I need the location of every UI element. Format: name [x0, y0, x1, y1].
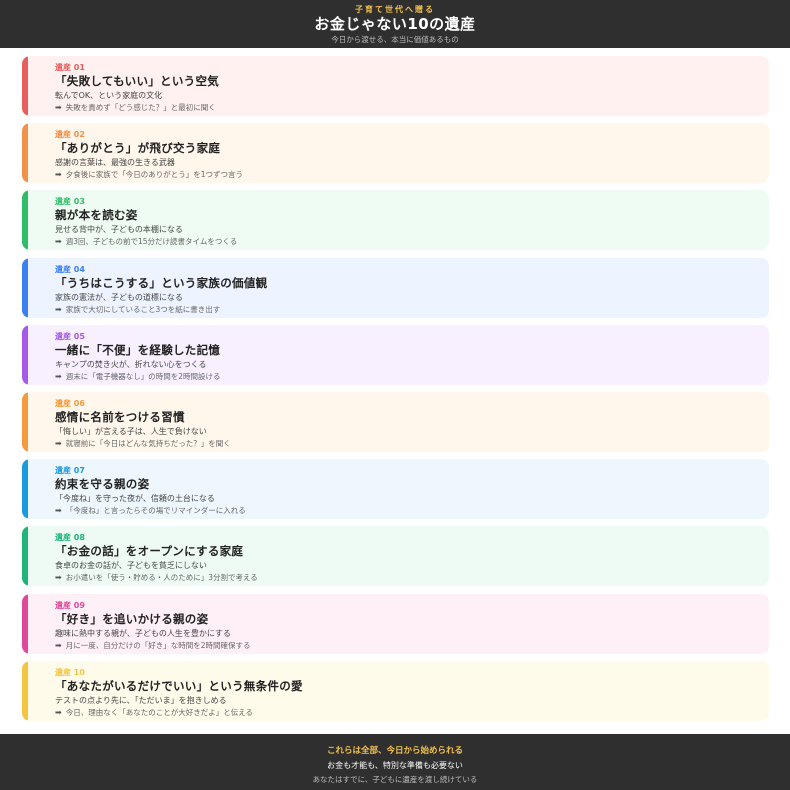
page: 子育て世代へ贈る お金じゃない10の遺産 今日から渡せる、本当に価値あるもの 遺…: [0, 0, 790, 790]
card-action: ➡ 家族で大切にしていること3つを紙に書き出す: [55, 304, 769, 316]
card-description: 「今度ね」を守った夜が、信頼の土台になる: [55, 494, 215, 504]
card-action-text: 月に一度、自分だけの「好き」な時間を2時間確保する: [65, 640, 251, 650]
card-accent-bar: [22, 459, 28, 520]
arrow-right-icon: ➡: [55, 506, 62, 516]
footer-headline: これらは全部、今日から始められる: [326, 746, 463, 756]
card-heading: 約束を守る親の姿: [55, 477, 150, 492]
card-action-text: 家族で大切にしていること3つを紙に書き出す: [65, 304, 221, 314]
card-description: キャンプの焚き火が、折れない心をつくる: [55, 359, 207, 369]
card-number-label: 遺産 04: [55, 264, 85, 274]
legacy-card: 遺産 10 「あなたがいるだけでいい」という無条件の愛テストの点より先に、「ただい…: [22, 660, 769, 721]
card-description: 転んでOK、という家庭の文化: [55, 91, 163, 100]
card-accent-bar: [22, 324, 28, 385]
card-action: ➡ お小遣いを「使う・貯める・人のために」3分割で考える: [55, 572, 769, 584]
card-number-label: 遺産 02: [55, 130, 85, 140]
card-action-text: 「今度ね」と言ったらその場でリマインダーに入れる: [65, 506, 246, 516]
card-number-label: 遺産 07: [55, 466, 85, 476]
card-heading: 「うちはこうする」という家族の価値観: [55, 275, 268, 290]
card-action: ➡ 就寝前に「今日はどんな気持ちだった？」を聞く: [55, 438, 769, 450]
legacy-card: 遺産 09 「好き」を追いかける親の姿趣味に熱中する親が、子どもの人生を豊かにする…: [22, 593, 769, 654]
card-action: ➡ 夕食後に家族で「今日のありがとう」を1つずつ言う: [55, 169, 769, 181]
card-heading: 「お金の話」をオープンにする家庭: [55, 544, 244, 559]
card-heading: 感情に名前をつける習慣: [55, 409, 185, 424]
card-description: 食卓のお金の話が、子どもを貧乏にしない: [55, 561, 207, 571]
card-heading: 「失敗してもいい」という空気: [55, 74, 220, 88]
card-heading: 「あなたがいるだけでいい」という無条件の愛: [55, 678, 303, 693]
card-action-text: 週末に「電子機器なし」の時間を2時間設ける: [65, 371, 221, 381]
header-subtitle: 今日から渡せる、本当に価値あるもの: [331, 35, 459, 44]
card-heading: 一緒に「不便」を経験した記憶: [55, 342, 221, 357]
arrow-right-icon: ➡: [55, 371, 62, 381]
card-action-text: 今日、理由なく「あなたのことが大好きだよ」と伝える: [65, 707, 253, 717]
card-accent-bar: [22, 593, 28, 654]
card-accent-bar: [22, 391, 28, 452]
legacy-card: 遺産 01 「失敗してもいい」という空気転んでOK、という家庭の文化 ➡ 失敗を責めず…: [22, 56, 769, 116]
card-action: ➡ 週3回、子どもの前で15分だけ読書タイムをつくる: [55, 236, 769, 248]
card-accent-bar: [22, 660, 28, 721]
arrow-right-icon: ➡: [55, 573, 62, 583]
footer-banner: これらは全部、今日から始められる お金も才能も、特別な準備も必要ない あなたはす…: [0, 734, 790, 790]
card-action-text: 失敗を責めず「どう感じた？」と最初に聞く: [65, 103, 216, 112]
card-action: ➡ 失敗を責めず「どう感じた？」と最初に聞く: [55, 102, 769, 114]
card-number-label: 遺産 05: [55, 331, 85, 341]
card-accent-bar: [22, 56, 28, 116]
legacy-card: 遺産 02 「ありがとう」が飛び交う家庭 感謝の言葉は、最強の生きる武器 ➡ 夕食後に家…: [22, 123, 769, 184]
legacy-card: 遺産 04 「うちはこうする」という家族の価値観家族の憲法が、子どもの道標になる ➡…: [22, 257, 769, 318]
card-action-text: 就寝前に「今日はどんな気持ちだった？」を聞く: [65, 438, 231, 448]
card-heading: 「ありがとう」が飛び交う家庭: [55, 141, 221, 156]
arrow-right-icon: ➡: [55, 103, 62, 112]
arrow-right-icon: ➡: [55, 170, 62, 180]
header-kicker: 子育て世代へ贈る: [355, 5, 435, 14]
arrow-right-icon: ➡: [55, 707, 62, 717]
card-accent-bar: [22, 123, 28, 184]
card-action-text: 週3回、子どもの前で15分だけ読書タイムをつくる: [65, 237, 238, 247]
card-heading: 「好き」を追いかける親の姿: [55, 611, 209, 626]
arrow-right-icon: ➡: [55, 640, 62, 650]
legacy-card: 遺産 07 約束を守る親の姿 「今度ね」を守った夜が、信頼の土台になる ➡ 「今度ね」と…: [22, 459, 769, 520]
card-description: 「悔しい」が言える子は、人生で負けない: [55, 426, 207, 436]
legacy-list: 遺産 01 「失敗してもいい」という空気 転んでOK、という家庭の文化 ➡ 失敗を責めず…: [22, 56, 769, 728]
card-number-label: 遺産 06: [55, 398, 85, 408]
arrow-right-icon: ➡: [55, 438, 62, 448]
card-number-label: 遺産 03: [55, 197, 85, 207]
legacy-card: 遺産 05 一緒に「不便」を経験した記憶キャンプの焚き火が、折れない心をつくる ➡ 週…: [22, 324, 769, 385]
card-number-label: 遺産 09: [55, 600, 85, 610]
card-action: ➡ 月に一度、自分だけの「好き」な時間を2時間確保する: [55, 640, 769, 652]
card-accent-bar: [22, 257, 28, 318]
card-accent-bar: [22, 190, 28, 251]
card-action: ➡ 今日、理由なく「あなたのことが大好きだよ」と伝える: [55, 707, 769, 719]
card-number-label: 遺産 08: [55, 533, 85, 543]
card-description: 見せる背中が、子どもの本棚になる: [55, 225, 183, 235]
footer-line-3: あなたはすでに、子どもに遺産を渡し続けている: [312, 775, 478, 784]
card-action-text: お小遣いを「使う・貯める・人のために」3分割で考える: [65, 573, 258, 583]
page-title: お金じゃない10の遺産: [314, 15, 476, 33]
card-number-label: 遺産 10: [55, 667, 85, 677]
legacy-card: 遺産 08 「お金の話」をオープンにする家庭食卓のお金の話が、子どもを貧乏にしない…: [22, 526, 769, 587]
card-action: ➡ 「今度ね」と言ったらその場でリマインダーに入れる: [55, 505, 769, 517]
arrow-right-icon: ➡: [55, 304, 62, 314]
card-action-text: 夕食後に家族で「今日のありがとう」を1つずつ言う: [65, 170, 243, 180]
arrow-right-icon: ➡: [55, 237, 62, 247]
card-action: ➡ 週末に「電子機器なし」の時間を2時間設ける: [55, 371, 769, 383]
card-heading: 親が本を読む姿: [55, 208, 138, 223]
card-description: 家族の憲法が、子どもの道標になる: [55, 292, 183, 302]
card-description: 趣味に熱中する親が、子どもの人生を豊かにする: [55, 628, 231, 638]
footer-line-2: お金も才能も、特別な準備も必要ない: [327, 761, 463, 770]
legacy-card: 遺産 03 親が本を読む姿 見せる背中が、子どもの本棚になる ➡ 週3回、子どもの前で1…: [22, 190, 769, 251]
legacy-card: 遺産 06 感情に名前をつける習慣「悔しい」が言える子は、人生で負けない ➡ 就寝前に…: [22, 391, 769, 452]
card-description: テストの点より先に、「ただいま」を抱きしめる: [55, 695, 227, 705]
card-number-label: 遺産 01: [55, 63, 85, 72]
card-description: 感謝の言葉は、最強の生きる武器: [55, 158, 175, 168]
header-banner: 子育て世代へ贈る お金じゃない10の遺産 今日から渡せる、本当に価値あるもの: [0, 0, 790, 48]
card-accent-bar: [22, 526, 28, 587]
